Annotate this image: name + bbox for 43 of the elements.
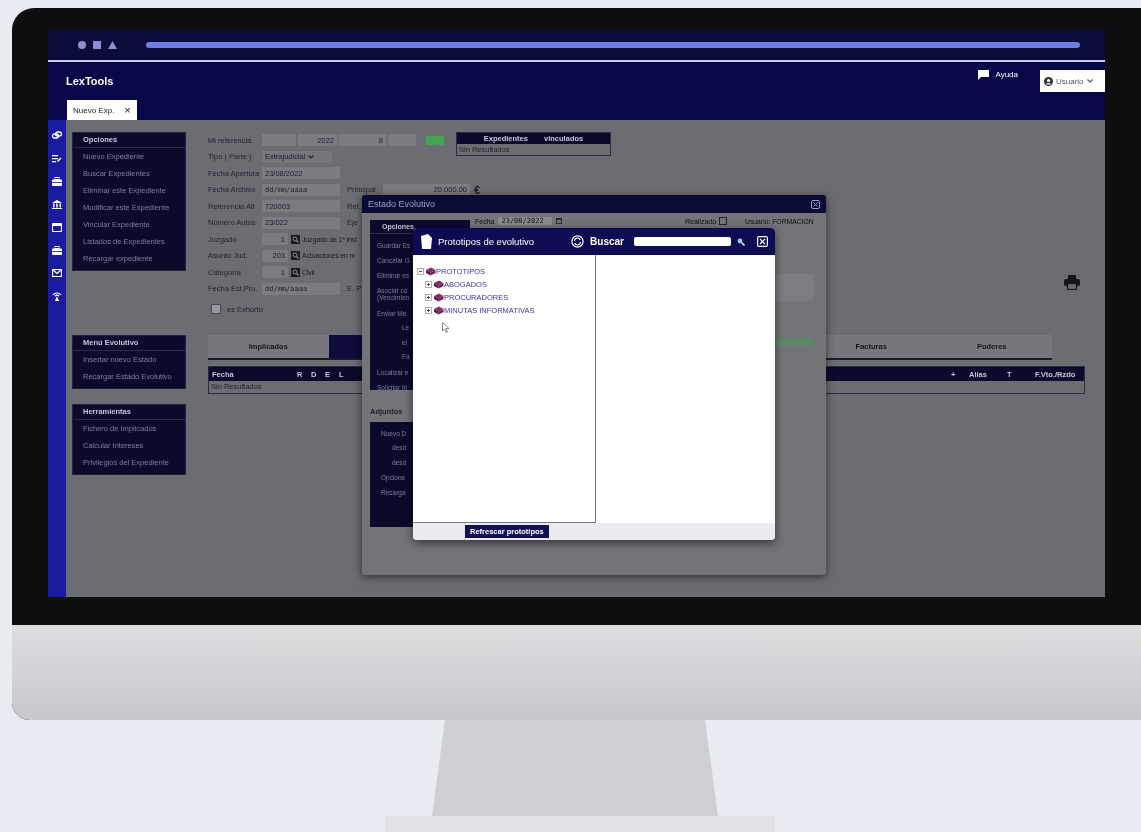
book-icon [433,280,444,289]
checkbox[interactable] [211,304,221,315]
book-icon [433,293,444,302]
chat-icon [978,70,990,80]
expand-icon[interactable] [425,281,432,288]
book-icon [433,306,444,315]
search-button[interactable] [291,267,300,277]
search-label: Buscar [590,236,624,247]
currency-symbol: € [474,183,481,196]
document-icon [420,234,432,249]
briefcase-icon[interactable] [52,177,62,186]
refresh-icon[interactable] [571,235,585,248]
collapse-icon[interactable] [417,268,424,275]
circle-icon [78,41,86,49]
briefcase-icon[interactable] [52,246,62,255]
user-menu-button[interactable]: Usuario [1040,70,1105,92]
mail-icon[interactable] [52,269,62,277]
search-field[interactable] [634,237,731,246]
printer-icon[interactable] [1064,275,1080,290]
help-link[interactable]: Ayuda [995,70,1018,92]
link-icon[interactable] [52,131,62,140]
search-button[interactable] [291,234,300,244]
bank-icon[interactable] [52,200,62,209]
dialog-title: Estado Evolutivo [368,199,437,209]
dialog-title: Prototipos de evolutivo [438,236,536,247]
close-button[interactable]: × [124,104,131,116]
checkbox[interactable] [719,217,728,225]
caret-icon [308,154,315,159]
search-button[interactable] [291,251,300,261]
edit-icon[interactable] [52,154,62,163]
caret-icon [1086,79,1093,83]
expand-icon[interactable] [425,294,432,301]
square-icon [93,41,101,49]
app-logo: LexTools [66,75,114,87]
antenna-icon[interactable] [52,291,62,301]
close-icon[interactable] [811,199,820,209]
mouse-pointer-icon [442,322,450,333]
search-icon[interactable] [737,237,745,246]
book-icon [425,267,436,276]
expand-icon[interactable] [425,307,432,314]
user-icon [1044,76,1053,86]
triangle-icon [108,41,117,49]
document-tab[interactable]: Nuevo Exp. × [67,100,137,120]
